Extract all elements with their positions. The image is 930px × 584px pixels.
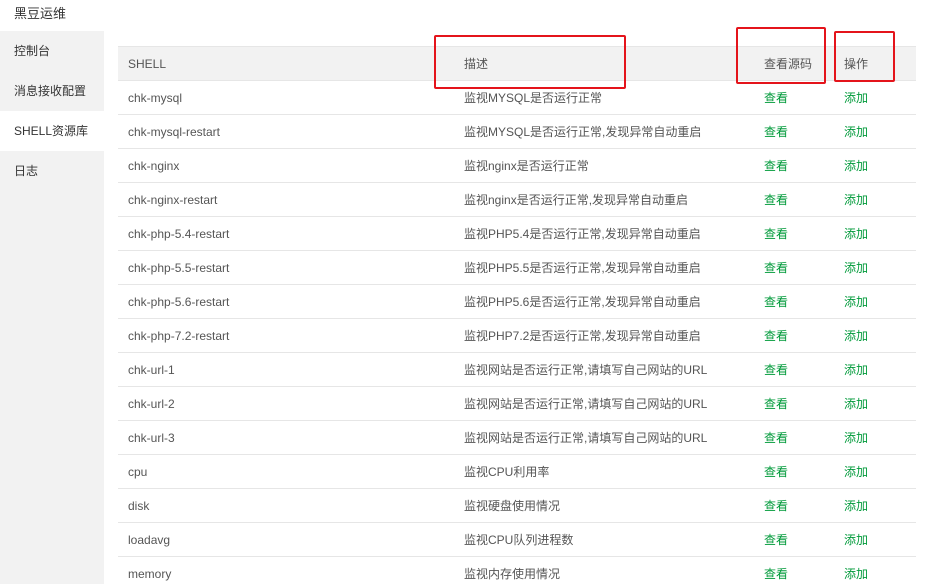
- shell-desc-cell: 监视网站是否运行正常,请填写自己网站的URL: [454, 352, 754, 387]
- view-source-link[interactable]: 查看: [764, 397, 788, 411]
- shell-name-cell: chk-php-7.2-restart: [118, 318, 454, 353]
- shell-name-cell: loadavg: [118, 522, 454, 557]
- table-row: chk-nginx-restart 监视nginx是否运行正常,发现异常自动重启查…: [118, 182, 916, 217]
- shell-name-cell: chk-url-2: [118, 386, 454, 421]
- table-row: chk-php-5.6-restart 监视PHP5.6是否运行正常,发现异常自动…: [118, 284, 916, 319]
- shell-name-cell: chk-php-5.6-restart: [118, 284, 454, 319]
- add-link[interactable]: 添加: [844, 499, 868, 513]
- main-content: SHELL 描述 查看源码 操作 chk-mysql 监视MYSQL是否运行正常查…: [104, 31, 930, 584]
- shell-name-cell: chk-mysql: [118, 80, 454, 115]
- add-link[interactable]: 添加: [844, 125, 868, 139]
- shell-name-cell: chk-mysql-restart: [118, 114, 454, 149]
- view-source-link[interactable]: 查看: [764, 91, 788, 105]
- shell-desc-cell: 监视硬盘使用情况: [454, 488, 754, 523]
- view-source-link[interactable]: 查看: [764, 261, 788, 275]
- add-link[interactable]: 添加: [844, 91, 868, 105]
- view-source-link[interactable]: 查看: [764, 125, 788, 139]
- shell-desc-cell: 监视nginx是否运行正常: [454, 148, 754, 183]
- add-link[interactable]: 添加: [844, 533, 868, 547]
- shell-desc-cell: 监视CPU队列进程数: [454, 522, 754, 557]
- table-body: chk-mysql 监视MYSQL是否运行正常 查看 添加 chk-mysql-rest…: [118, 80, 916, 584]
- shell-desc-cell: 监视网站是否运行正常,请填写自己网站的URL: [454, 386, 754, 421]
- table-row: cpu 监视CPU利用率 查看 添加: [118, 454, 916, 489]
- view-source-link[interactable]: 查看: [764, 363, 788, 377]
- add-link[interactable]: 添加: [844, 295, 868, 309]
- header-operation: 操作: [834, 46, 916, 81]
- shell-name-cell: chk-php-5.5-restart: [118, 250, 454, 285]
- table-row: chk-nginx 监视nginx是否运行正常 查看 添加: [118, 148, 916, 183]
- view-source-link[interactable]: 查看: [764, 329, 788, 343]
- shell-desc-cell: 监视PHP5.6是否运行正常,发现异常自动重启: [454, 284, 754, 319]
- shell-desc-cell: 监视网站是否运行正常,请填写自己网站的URL: [454, 420, 754, 455]
- shell-desc-cell: 监视PHP5.4是否运行正常,发现异常自动重启: [454, 216, 754, 251]
- add-link[interactable]: 添加: [844, 329, 868, 343]
- shell-desc-cell: 监视MYSQL是否运行正常: [454, 80, 754, 115]
- view-source-link[interactable]: 查看: [764, 567, 788, 581]
- sidebar-item-logs[interactable]: 日志: [0, 151, 104, 191]
- add-link[interactable]: 添加: [844, 227, 868, 241]
- table-row: loadavg 监视CPU队列进程数 查看 添加: [118, 522, 916, 557]
- table-row: disk 监视硬盘使用情况 查看 添加: [118, 488, 916, 523]
- table-row: chk-mysql-restart 监视MYSQL是否运行正常,发现异常自动重启查…: [118, 114, 916, 149]
- shell-name-cell: disk: [118, 488, 454, 523]
- add-link[interactable]: 添加: [844, 567, 868, 581]
- shell-name-cell: chk-php-5.4-restart: [118, 216, 454, 251]
- add-link[interactable]: 添加: [844, 363, 868, 377]
- shell-desc-cell: 监视内存使用情况: [454, 556, 754, 584]
- shell-name-cell: cpu: [118, 454, 454, 489]
- sidebar-item-console[interactable]: 控制台: [0, 31, 104, 71]
- sidebar-item-shell-library[interactable]: SHELL资源库: [0, 111, 104, 151]
- app-title: 黑豆运维: [14, 6, 67, 21]
- table-row: chk-mysql 监视MYSQL是否运行正常 查看 添加: [118, 80, 916, 115]
- shell-name-cell: chk-nginx: [118, 148, 454, 183]
- table-row: memory 监视内存使用情况 查看 添加: [118, 556, 916, 584]
- shell-table: SHELL 描述 查看源码 操作 chk-mysql 监视MYSQL是否运行正常查…: [118, 46, 916, 584]
- shell-name-cell: memory: [118, 556, 454, 584]
- view-source-link[interactable]: 查看: [764, 159, 788, 173]
- table-row: chk-php-7.2-restart 监视PHP7.2是否运行正常,发现异常自动…: [118, 318, 916, 353]
- table-header-row: SHELL 描述 查看源码 操作: [118, 46, 916, 81]
- sidebar-item-message-config[interactable]: 消息接收配置: [0, 71, 104, 111]
- add-link[interactable]: 添加: [844, 261, 868, 275]
- add-link[interactable]: 添加: [844, 465, 868, 479]
- shell-name-cell: chk-url-1: [118, 352, 454, 387]
- table-row: chk-php-5.4-restart 监视PHP5.4是否运行正常,发现异常自动…: [118, 216, 916, 251]
- view-source-link[interactable]: 查看: [764, 499, 788, 513]
- shell-desc-cell: 监视MYSQL是否运行正常,发现异常自动重启: [454, 114, 754, 149]
- view-source-link[interactable]: 查看: [764, 295, 788, 309]
- view-source-link[interactable]: 查看: [764, 193, 788, 207]
- view-source-link[interactable]: 查看: [764, 533, 788, 547]
- shell-name-cell: chk-nginx-restart: [118, 182, 454, 217]
- table-row: chk-url-3 监视网站是否运行正常,请填写自己网站的URL 查看 添加: [118, 420, 916, 455]
- add-link[interactable]: 添加: [844, 159, 868, 173]
- view-source-link[interactable]: 查看: [764, 465, 788, 479]
- table-row: chk-url-1 监视网站是否运行正常,请填写自己网站的URL 查看 添加: [118, 352, 916, 387]
- add-link[interactable]: 添加: [844, 431, 868, 445]
- add-link[interactable]: 添加: [844, 397, 868, 411]
- view-source-link[interactable]: 查看: [764, 227, 788, 241]
- shell-desc-cell: 监视PHP5.5是否运行正常,发现异常自动重启: [454, 250, 754, 285]
- header-view-source: 查看源码: [754, 46, 834, 81]
- shell-name-cell: chk-url-3: [118, 420, 454, 455]
- view-source-link[interactable]: 查看: [764, 431, 788, 445]
- add-link[interactable]: 添加: [844, 193, 868, 207]
- shell-desc-cell: 监视nginx是否运行正常,发现异常自动重启: [454, 182, 754, 217]
- sidebar: 控制台 消息接收配置 SHELL资源库 日志: [0, 31, 104, 584]
- table-row: chk-php-5.5-restart 监视PHP5.5是否运行正常,发现异常自动…: [118, 250, 916, 285]
- shell-desc-cell: 监视PHP7.2是否运行正常,发现异常自动重启: [454, 318, 754, 353]
- table-row: chk-url-2 监视网站是否运行正常,请填写自己网站的URL 查看 添加: [118, 386, 916, 421]
- shell-desc-cell: 监视CPU利用率: [454, 454, 754, 489]
- header-shell: SHELL: [118, 46, 454, 81]
- header-desc: 描述: [454, 46, 754, 81]
